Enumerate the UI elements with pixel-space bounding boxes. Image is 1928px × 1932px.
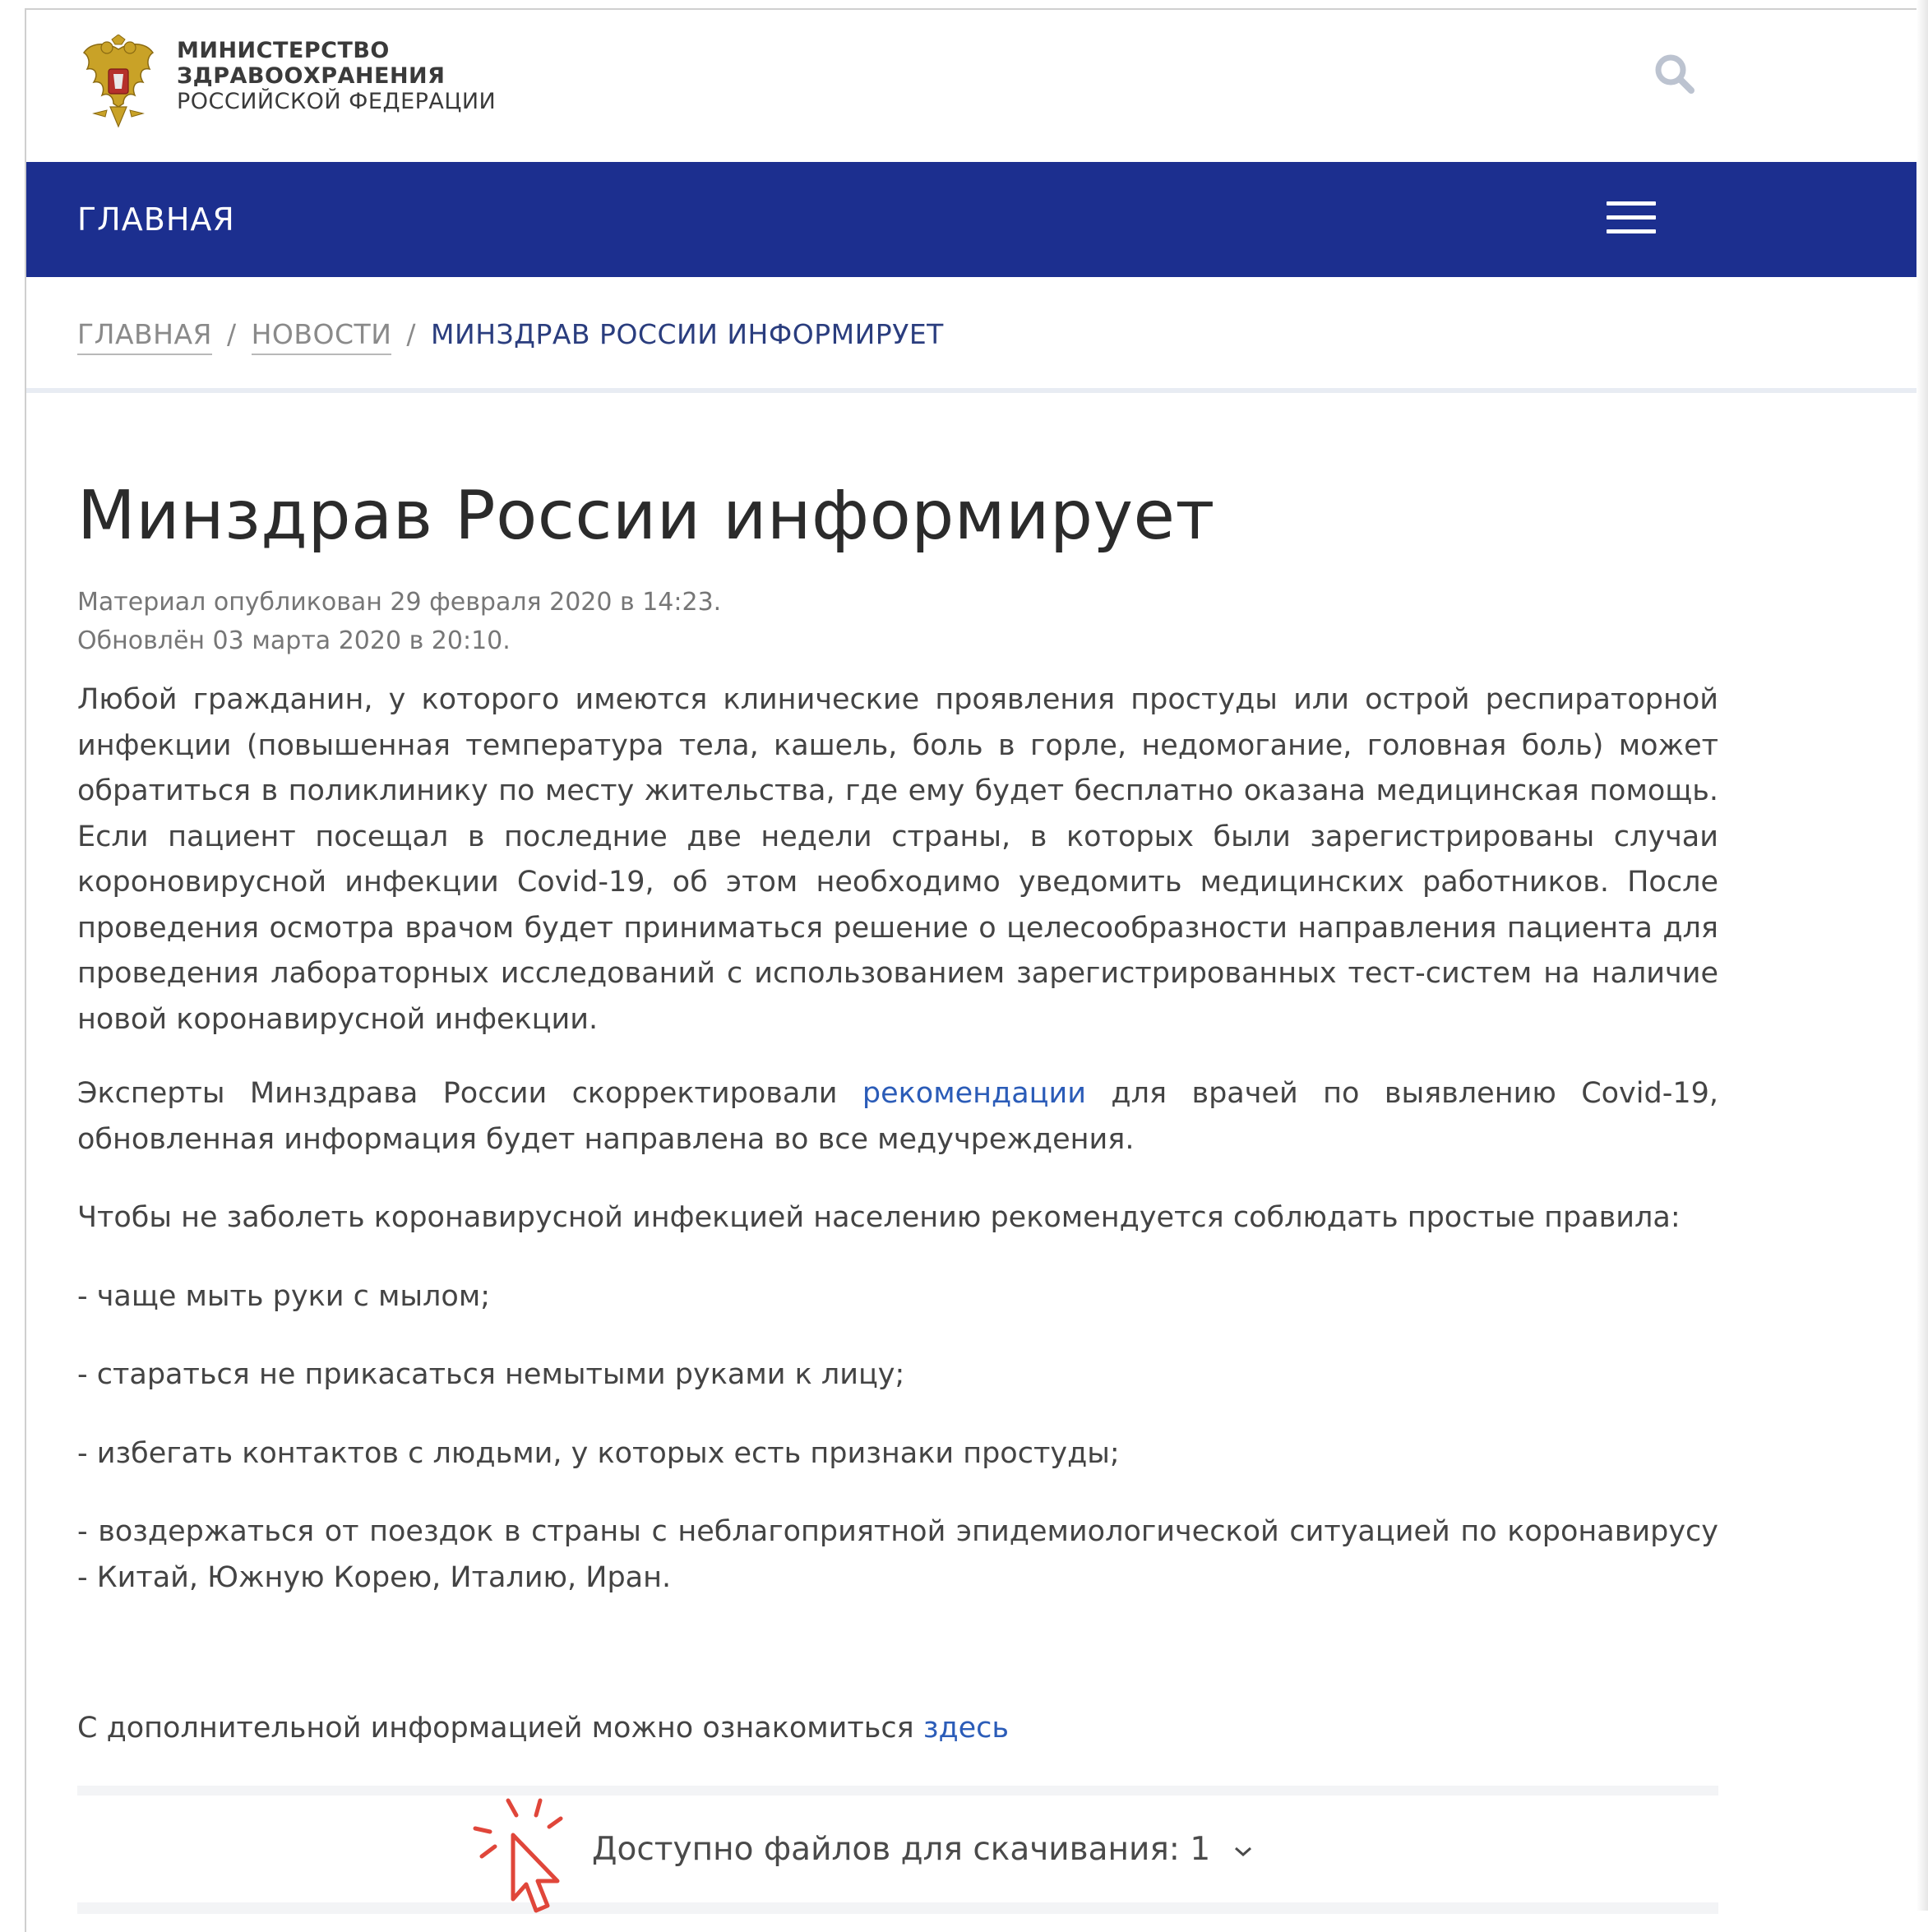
chevron-down-icon bbox=[1234, 1846, 1251, 1856]
updated-date: Обновлён 03 марта 2020 в 20:10. bbox=[77, 626, 511, 655]
downloads-divider-bottom bbox=[77, 1902, 1718, 1914]
paragraph-text: Эксперты Минздрава России скорректировал… bbox=[77, 1077, 862, 1110]
page-edge-shadow bbox=[1916, 0, 1928, 1911]
downloads-toggle[interactable]: Доступно файлов для скачивания: 1 bbox=[592, 1831, 1254, 1868]
article-body: Любой гражданин, у которого имеются клин… bbox=[77, 677, 1718, 1601]
breadcrumb-home[interactable]: ГЛАВНАЯ bbox=[77, 318, 212, 355]
menu-bar bbox=[1607, 229, 1656, 233]
recommendations-link[interactable]: рекомендации bbox=[862, 1077, 1086, 1110]
here-link[interactable]: здесь bbox=[923, 1712, 1009, 1745]
breadcrumb: ГЛАВНАЯ / НОВОСТИ / МИНЗДРАВ РОССИИ ИНФОРМИР… bbox=[77, 318, 944, 355]
browser-page: МИНИСТЕРСТВО ЗДРАВООХРАНЕНИЯ РОССИЙСКОЙ … bbox=[25, 8, 1921, 1932]
additional-info: С дополнительной информацией можно ознак… bbox=[77, 1712, 1009, 1745]
published-date: Материал опубликован 29 февраля 2020 в 1… bbox=[77, 588, 722, 617]
breadcrumb-divider bbox=[26, 388, 1921, 393]
main-navbar: ГЛАВНАЯ bbox=[26, 162, 1921, 277]
additional-info-text: С дополнительной информацией можно ознак… bbox=[77, 1712, 923, 1745]
org-name-line2: ЗДРАВООХРАНЕНИЯ bbox=[177, 63, 446, 89]
rule-item: - избегать контактов с людьми, у которых… bbox=[77, 1436, 1120, 1470]
org-name-line3: РОССИЙСКОЙ ФЕДЕРАЦИИ bbox=[177, 89, 497, 114]
organization-name[interactable]: МИНИСТЕРСТВО ЗДРАВООХРАНЕНИЯ РОССИЙСКОЙ … bbox=[177, 38, 496, 114]
click-cursor-icon bbox=[473, 1798, 563, 1913]
downloads-label: Доступно файлов для скачивания: 1 bbox=[592, 1831, 1211, 1868]
downloads-divider-top bbox=[77, 1786, 1718, 1796]
nav-home-link[interactable]: ГЛАВНАЯ bbox=[77, 201, 235, 238]
breadcrumb-separator: / bbox=[406, 318, 417, 350]
coat-of-arms-logo[interactable] bbox=[77, 35, 160, 129]
hamburger-menu-icon[interactable] bbox=[1607, 201, 1656, 238]
search-icon[interactable] bbox=[1650, 49, 1699, 99]
publication-meta: Материал опубликован 29 февраля 2020 в 1… bbox=[77, 583, 721, 660]
breadcrumb-separator: / bbox=[226, 318, 237, 350]
page-title: Минздрав России информирует bbox=[77, 477, 1215, 555]
article-paragraph: Чтобы не заболеть коронавирусной инфекци… bbox=[77, 1201, 1681, 1234]
breadcrumb-current: МИНЗДРАВ РОССИИ ИНФОРМИРУЕТ bbox=[431, 318, 944, 350]
rule-item: - стараться не прикасаться немытыми рука… bbox=[77, 1358, 905, 1391]
article-paragraph: Любой гражданин, у которого имеются клин… bbox=[77, 683, 1718, 1036]
rule-item: - чаще мыть руки с мылом; bbox=[77, 1279, 491, 1313]
org-name-line1: МИНИСТЕРСТВО bbox=[177, 38, 390, 63]
rule-item: - воздержаться от поездок в страны с неб… bbox=[77, 1515, 1718, 1594]
menu-bar bbox=[1607, 215, 1656, 220]
breadcrumb-news[interactable]: НОВОСТИ bbox=[251, 318, 392, 355]
article-paragraph: Эксперты Минздрава России скорректировал… bbox=[77, 1071, 1718, 1162]
site-header: МИНИСТЕРСТВО ЗДРАВООХРАНЕНИЯ РОССИЙСКОЙ … bbox=[26, 10, 1921, 162]
menu-bar bbox=[1607, 201, 1656, 206]
